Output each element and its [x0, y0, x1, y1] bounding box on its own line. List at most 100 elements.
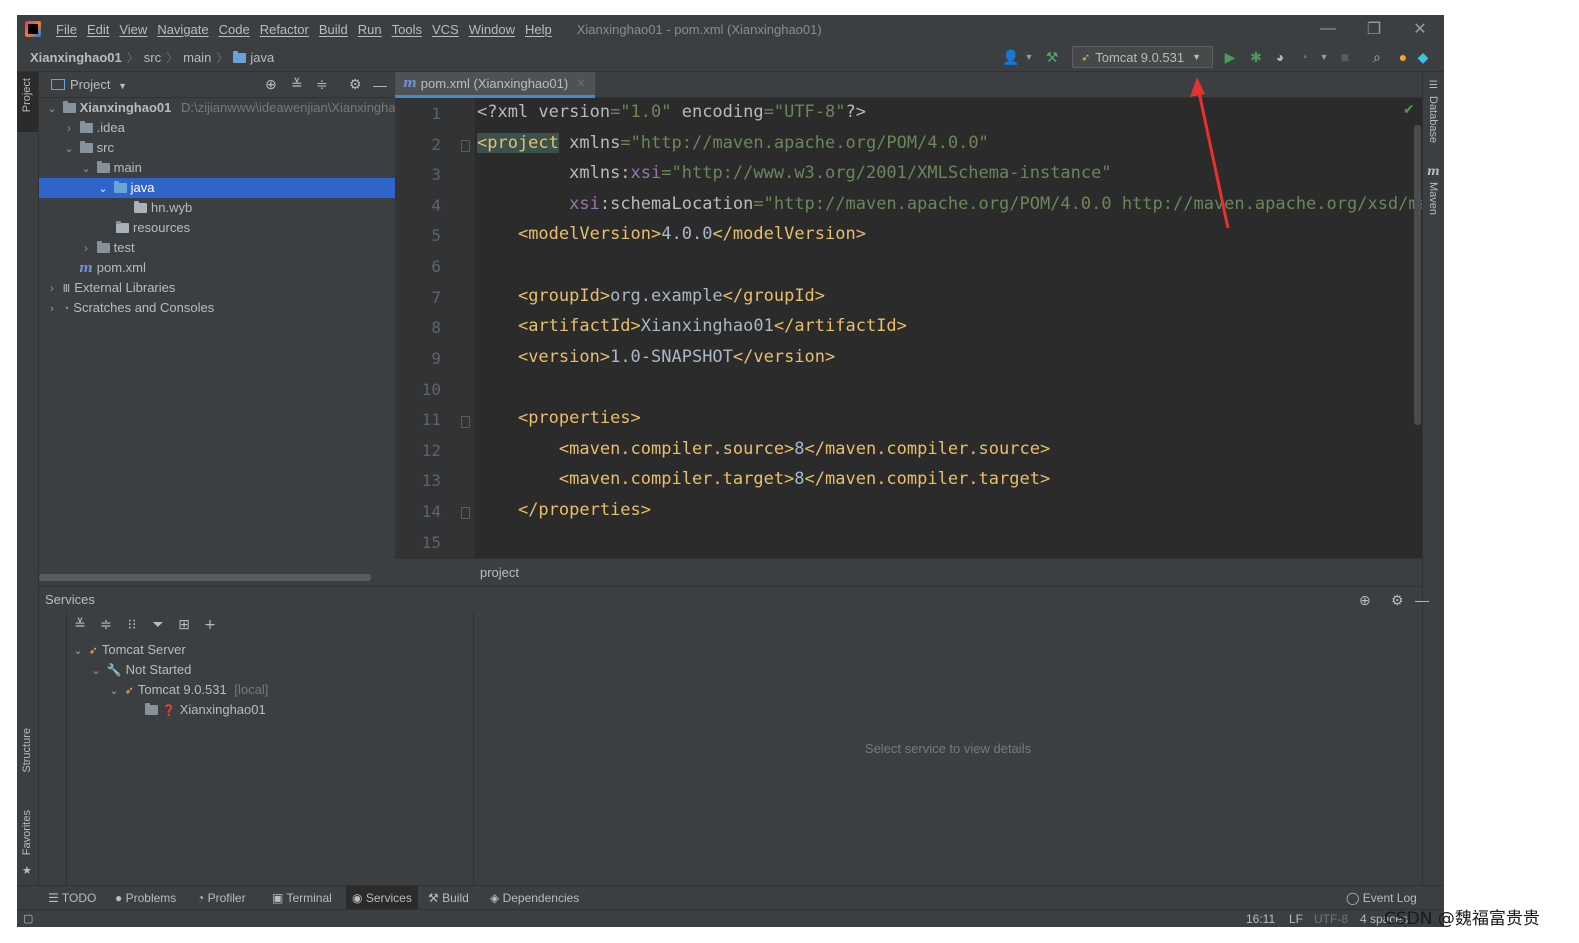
service-tomcat-instance[interactable]: ⌄ ➶ Tomcat 9.0.531 [local]	[67, 680, 472, 700]
breadcrumb-main[interactable]: main	[180, 50, 214, 65]
restore-button[interactable]: ❐	[1351, 15, 1397, 43]
chevron-right-icon[interactable]: ›	[62, 119, 76, 139]
collapse-all-icon[interactable]: ≑	[316, 76, 328, 93]
tab-todo[interactable]: ☰ TODO	[42, 886, 102, 910]
tab-pom-xml[interactable]: m pom.xml (Xianxinghao01) ✕	[395, 72, 595, 98]
breadcrumb-project[interactable]: Xianxinghao01	[27, 50, 125, 65]
service-artifact[interactable]: ❓ Xianxinghao01	[67, 700, 472, 720]
breadcrumb-src[interactable]: src	[141, 50, 164, 65]
profile-icon[interactable]: ◔	[1295, 49, 1313, 65]
tab-problems[interactable]: ● Problems	[109, 886, 182, 910]
filter-icon[interactable]: ⏷	[145, 617, 171, 633]
menu-build[interactable]: Build	[314, 22, 353, 37]
editor-vertical-scrollbar[interactable]	[1414, 125, 1421, 425]
tree-item-pom[interactable]: m pom.xml	[39, 258, 395, 278]
menu-navigate[interactable]: Navigate	[152, 22, 213, 37]
menu-refactor[interactable]: Refactor	[255, 22, 314, 37]
breadcrumb-java[interactable]: java	[230, 50, 277, 65]
chevron-down-icon[interactable]: ⌄	[79, 159, 93, 179]
chevron-right-icon[interactable]: ›	[45, 299, 59, 319]
chevron-down-icon[interactable]: ⌄	[71, 641, 85, 661]
tab-services[interactable]: ◉ Services	[346, 886, 418, 910]
menu-edit[interactable]: Edit	[82, 22, 114, 37]
project-tool-button[interactable]: Project	[17, 72, 38, 132]
hide-icon[interactable]: —	[373, 77, 387, 93]
fold-marker-icon[interactable]	[461, 507, 470, 519]
menu-tools[interactable]: Tools	[387, 22, 427, 37]
tree-item-main[interactable]: ⌄ main	[39, 158, 395, 178]
collapse-all-icon[interactable]: ≑	[93, 617, 119, 633]
tree-item-scratches[interactable]: › ◔ Scratches and Consoles	[39, 298, 395, 318]
chevron-right-icon[interactable]: ›	[45, 279, 59, 299]
project-horizontal-scrollbar[interactable]	[39, 574, 371, 581]
locate-icon[interactable]: ⊕	[265, 76, 277, 93]
tree-item-test[interactable]: › test	[39, 238, 395, 258]
chevron-down-icon[interactable]: ▼	[1315, 52, 1333, 62]
menu-vcs[interactable]: VCS	[427, 22, 464, 37]
service-not-started[interactable]: ⌄ 🔧 Not Started	[67, 660, 472, 680]
menu-view[interactable]: View	[114, 22, 152, 37]
tab-terminal[interactable]: ▣ Terminal	[266, 886, 338, 910]
debug-icon[interactable]: ✱	[1247, 49, 1265, 66]
menu-code[interactable]: Code	[214, 22, 255, 37]
tree-item-package[interactable]: hn.wyb	[39, 198, 395, 218]
menu-help[interactable]: Help	[520, 22, 557, 37]
tab-profiler[interactable]: ◔ Profiler	[191, 886, 252, 910]
tree-item-project-root[interactable]: ⌄ Xianxinghao01 D:\zijianwww\ideawenjian…	[39, 98, 402, 119]
close-window-button[interactable]: ✕	[1397, 15, 1443, 43]
tab-dependencies[interactable]: ◈ Dependencies	[484, 886, 585, 910]
chevron-right-icon[interactable]: ›	[79, 239, 93, 259]
chevron-down-icon[interactable]: ▼	[1020, 52, 1038, 62]
globe-icon[interactable]: ⊕	[1359, 587, 1371, 613]
expand-all-icon[interactable]: ≚	[67, 617, 93, 633]
chevron-down-icon[interactable]: ⌄	[45, 99, 59, 119]
close-icon[interactable]: ✕	[576, 77, 585, 90]
structure-tool-button[interactable]: Structure	[17, 720, 38, 790]
tree-item-idea[interactable]: › .idea	[39, 118, 395, 138]
tree-item-java[interactable]: ⌄ java	[39, 178, 395, 198]
maven-tool-button[interactable]: m Maven	[1423, 164, 1444, 224]
tree-item-src[interactable]: ⌄ src	[39, 138, 395, 158]
tab-build[interactable]: ⚒ Build	[422, 886, 475, 910]
gear-icon[interactable]: ⚙	[1391, 587, 1404, 613]
fold-marker-icon[interactable]	[461, 416, 470, 428]
new-tab-icon[interactable]: ⊞	[171, 617, 197, 633]
line-separator[interactable]: LF	[1289, 910, 1303, 927]
hide-icon[interactable]: —	[1415, 587, 1429, 613]
run-icon[interactable]: ▶	[1221, 49, 1239, 66]
chevron-down-icon[interactable]: ⌄	[96, 179, 110, 199]
user-icon[interactable]: 👤	[1002, 49, 1020, 66]
menu-file[interactable]: File	[51, 22, 82, 37]
tree-item-external-libraries[interactable]: › Ⅲ External Libraries	[39, 278, 395, 298]
build-hammer-icon[interactable]: ⚒	[1043, 49, 1061, 66]
service-tomcat-server[interactable]: ⌄ ➶ Tomcat Server	[67, 640, 472, 660]
fold-marker-icon[interactable]	[461, 140, 470, 152]
toolbox-icon[interactable]: ◆	[1414, 49, 1432, 66]
menu-run[interactable]: Run	[353, 22, 387, 37]
editor-breadcrumb[interactable]: project	[395, 558, 1422, 586]
database-tool-button[interactable]: ☰ Database	[1423, 80, 1444, 150]
chevron-down-icon[interactable]: ⌄	[62, 139, 76, 159]
chevron-down-icon[interactable]: ⌄	[89, 661, 103, 681]
menu-window[interactable]: Window	[464, 22, 520, 37]
minimize-button[interactable]: —	[1305, 15, 1351, 43]
group-by-icon[interactable]: ⁝⁝	[119, 617, 145, 633]
add-service-icon[interactable]: +	[197, 617, 223, 633]
chevron-down-icon[interactable]: ⌄	[107, 681, 121, 701]
coverage-icon[interactable]: ◕	[1271, 49, 1289, 65]
problems-icon: ●	[115, 891, 126, 905]
file-encoding[interactable]: UTF-8	[1314, 910, 1348, 927]
expand-all-icon[interactable]: ≚	[291, 76, 303, 93]
favorites-tool-button[interactable]: Favorites ★	[17, 806, 38, 881]
caret-position[interactable]: 16:11	[1246, 910, 1275, 927]
code-line-1: <?xml version="1.0" encoding="UTF-8"?>	[477, 102, 866, 122]
run-configuration-dropdown[interactable]: ➶ Tomcat 9.0.531 ▼	[1072, 46, 1213, 68]
tree-item-resources[interactable]: resources	[39, 218, 395, 238]
gear-icon[interactable]: ⚙	[349, 76, 362, 93]
stop-icon[interactable]: ■	[1336, 49, 1354, 65]
project-view-dropdown[interactable]: Project ▼	[70, 77, 127, 92]
update-icon[interactable]: ●	[1394, 49, 1412, 65]
toggle-tool-windows-icon[interactable]: ▢	[23, 910, 33, 927]
code-editor[interactable]: 1 2 3 4 5 6 7 8 9 10 11 12 13 14 15 <?xm…	[395, 98, 1422, 558]
search-icon[interactable]: ⌕	[1368, 49, 1386, 66]
